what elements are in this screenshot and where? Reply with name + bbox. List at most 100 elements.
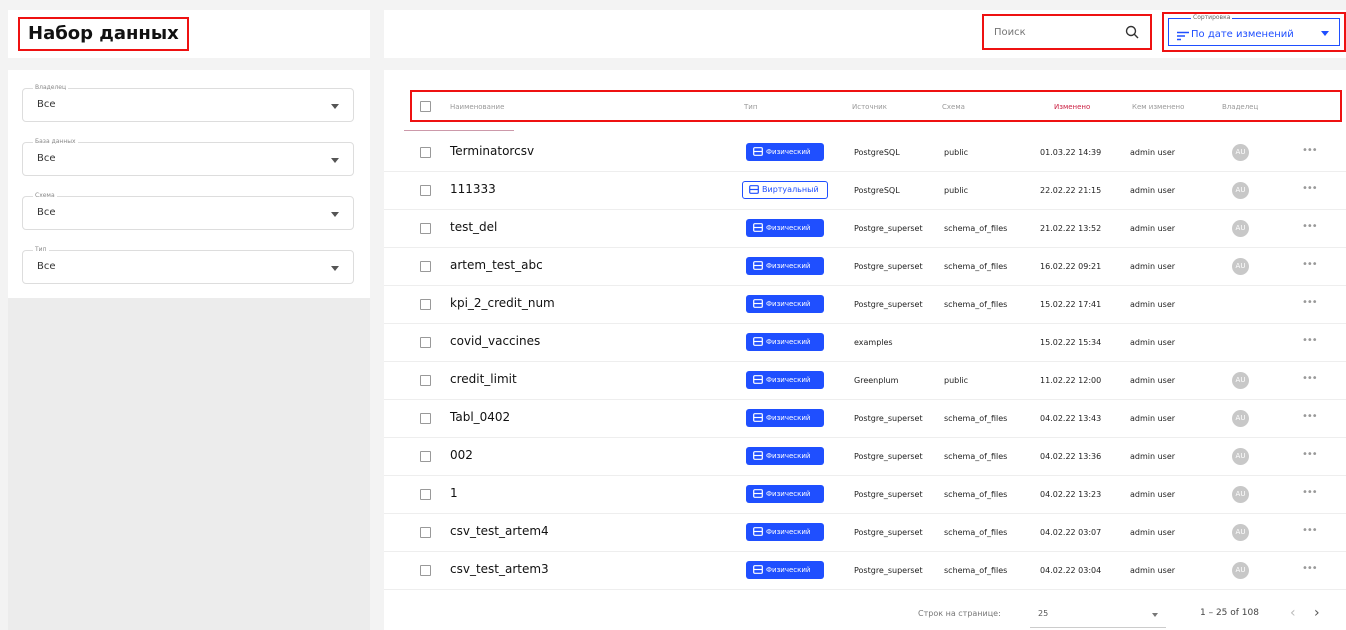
table-row[interactable]: covid_vaccines Физический examples 15.02.22… bbox=[384, 324, 1346, 362]
database-icon bbox=[753, 147, 763, 156]
sort-lines-icon bbox=[1177, 31, 1189, 41]
avatar: AU bbox=[1232, 448, 1249, 465]
avatar: AU bbox=[1232, 524, 1249, 541]
dataset-name-link[interactable]: artem_test_abc bbox=[450, 258, 543, 272]
database-icon bbox=[753, 337, 763, 346]
schema-cell: schema_of_files bbox=[944, 224, 1008, 233]
table-row[interactable]: csv_test_artem4 Физический Postgre_superse… bbox=[384, 514, 1346, 552]
table-row[interactable]: 111333 Виртуальный PostgreSQL public 22.02.2… bbox=[384, 172, 1346, 210]
next-page-icon[interactable]: › bbox=[1314, 605, 1320, 621]
column-header-modified-by[interactable]: Кем изменено bbox=[1132, 103, 1184, 111]
filter-schema-select[interactable]: Схема Все bbox=[22, 192, 354, 230]
modified-cell: 04.02.22 13:36 bbox=[1040, 452, 1102, 461]
row-checkbox[interactable] bbox=[420, 375, 431, 386]
more-icon[interactable]: ••• bbox=[1302, 221, 1318, 232]
table-row[interactable]: 002 Физический Postgre_superset schema_of_f… bbox=[384, 438, 1346, 476]
modified-by-cell: admin user bbox=[1130, 376, 1176, 385]
dataset-name-link[interactable]: 111333 bbox=[450, 182, 496, 196]
search-input[interactable] bbox=[994, 23, 1114, 41]
filter-owner-select[interactable]: Владелец Все bbox=[22, 84, 354, 122]
dataset-name-link[interactable]: csv_test_artem4 bbox=[450, 524, 549, 538]
table-row[interactable]: test_del Физический Postgre_superset schema… bbox=[384, 210, 1346, 248]
chevron-down-icon bbox=[331, 158, 339, 163]
modified-by-cell: admin user bbox=[1130, 452, 1176, 461]
filter-database-select[interactable]: База данных Все bbox=[22, 138, 354, 176]
dataset-name-link[interactable]: csv_test_artem3 bbox=[450, 562, 549, 576]
dataset-name-link[interactable]: 1 bbox=[450, 486, 458, 500]
table-header: Наименование Тип Источник Схема Изменено… bbox=[410, 90, 1342, 122]
table-row[interactable]: kpi_2_credit_num Физический Postgre_supers… bbox=[384, 286, 1346, 324]
search-icon[interactable] bbox=[1124, 24, 1140, 40]
source-cell: PostgreSQL bbox=[854, 186, 900, 195]
select-all-checkbox[interactable] bbox=[420, 101, 431, 112]
source-cell: PostgreSQL bbox=[854, 148, 900, 157]
sort-dropdown[interactable]: Сортировка По дате изменений bbox=[1162, 12, 1346, 52]
column-header-owner[interactable]: Владелец bbox=[1222, 103, 1258, 111]
table-row[interactable]: artem_test_abc Физический Postgre_superset… bbox=[384, 248, 1346, 286]
table-row[interactable]: csv_test_artem3 Физический Postgre_superse… bbox=[384, 552, 1346, 590]
column-header-schema[interactable]: Схема bbox=[942, 103, 965, 111]
more-icon[interactable]: ••• bbox=[1302, 373, 1318, 384]
row-checkbox[interactable] bbox=[420, 223, 431, 234]
more-icon[interactable]: ••• bbox=[1302, 145, 1318, 156]
type-badge: Физический bbox=[746, 409, 824, 427]
dataset-name-link[interactable]: kpi_2_credit_num bbox=[450, 296, 555, 310]
schema-cell: public bbox=[944, 148, 969, 157]
more-icon[interactable]: ••• bbox=[1302, 411, 1318, 422]
row-checkbox[interactable] bbox=[420, 185, 431, 196]
type-label: Физический bbox=[766, 148, 811, 156]
chevron-down-icon bbox=[1321, 31, 1329, 36]
table-footer: Строк на странице: 25 1 – 25 of 108 ‹ › bbox=[384, 600, 1346, 630]
database-icon bbox=[753, 489, 763, 498]
dataset-name-link[interactable]: test_del bbox=[450, 220, 497, 234]
sort-dropdown-field[interactable]: Сортировка По дате изменений bbox=[1168, 14, 1340, 46]
modified-cell: 04.02.22 13:43 bbox=[1040, 414, 1102, 423]
type-label: Физический bbox=[766, 452, 811, 460]
table-row[interactable]: credit_limit Физический Greenplum public 11.… bbox=[384, 362, 1346, 400]
modified-by-cell: admin user bbox=[1130, 186, 1176, 195]
column-header-modified[interactable]: Изменено bbox=[1054, 103, 1090, 111]
schema-cell: schema_of_files bbox=[944, 566, 1008, 575]
filter-value: Все bbox=[37, 153, 56, 164]
table-row[interactable]: 1 Физический Postgre_superset schema_of_fil… bbox=[384, 476, 1346, 514]
column-header-name[interactable]: Наименование bbox=[450, 103, 504, 111]
prev-page-icon[interactable]: ‹ bbox=[1290, 605, 1296, 621]
dataset-name-link[interactable]: Tabl_0402 bbox=[450, 410, 510, 424]
row-checkbox[interactable] bbox=[420, 299, 431, 310]
rows-per-page-value: 25 bbox=[1038, 609, 1049, 618]
more-icon[interactable]: ••• bbox=[1302, 525, 1318, 536]
more-icon[interactable]: ••• bbox=[1302, 449, 1318, 460]
more-icon[interactable]: ••• bbox=[1302, 487, 1318, 498]
more-icon[interactable]: ••• bbox=[1302, 335, 1318, 346]
row-checkbox[interactable] bbox=[420, 451, 431, 462]
filter-type-select[interactable]: Тип Все bbox=[22, 246, 354, 284]
row-checkbox[interactable] bbox=[420, 147, 431, 158]
row-checkbox[interactable] bbox=[420, 261, 431, 272]
database-icon bbox=[753, 451, 763, 460]
source-cell: Postgre_superset bbox=[854, 528, 923, 537]
column-header-source[interactable]: Источник bbox=[852, 103, 887, 111]
rows-per-page-select[interactable]: 25 bbox=[1030, 602, 1166, 628]
more-icon[interactable]: ••• bbox=[1302, 183, 1318, 194]
type-badge: Физический bbox=[746, 333, 824, 351]
more-icon[interactable]: ••• bbox=[1302, 563, 1318, 574]
table-row[interactable]: Terminatorcsv Физический PostgreSQL public 0… bbox=[384, 134, 1346, 172]
dataset-name-link[interactable]: 002 bbox=[450, 448, 473, 462]
row-checkbox[interactable] bbox=[420, 413, 431, 424]
database-icon bbox=[753, 261, 763, 270]
modified-cell: 21.02.22 13:52 bbox=[1040, 224, 1102, 233]
row-checkbox[interactable] bbox=[420, 565, 431, 576]
more-icon[interactable]: ••• bbox=[1302, 297, 1318, 308]
row-checkbox[interactable] bbox=[420, 337, 431, 348]
column-header-type[interactable]: Тип bbox=[744, 103, 757, 111]
row-checkbox[interactable] bbox=[420, 527, 431, 538]
sort-legend: Сортировка bbox=[1191, 14, 1233, 21]
dataset-name-link[interactable]: Terminatorcsv bbox=[450, 144, 534, 158]
dataset-name-link[interactable]: covid_vaccines bbox=[450, 334, 540, 348]
dataset-name-link[interactable]: credit_limit bbox=[450, 372, 517, 386]
search-box[interactable] bbox=[982, 14, 1152, 50]
modified-cell: 04.02.22 03:07 bbox=[1040, 528, 1102, 537]
row-checkbox[interactable] bbox=[420, 489, 431, 500]
table-row[interactable]: Tabl_0402 Физический Postgre_superset schem… bbox=[384, 400, 1346, 438]
more-icon[interactable]: ••• bbox=[1302, 259, 1318, 270]
